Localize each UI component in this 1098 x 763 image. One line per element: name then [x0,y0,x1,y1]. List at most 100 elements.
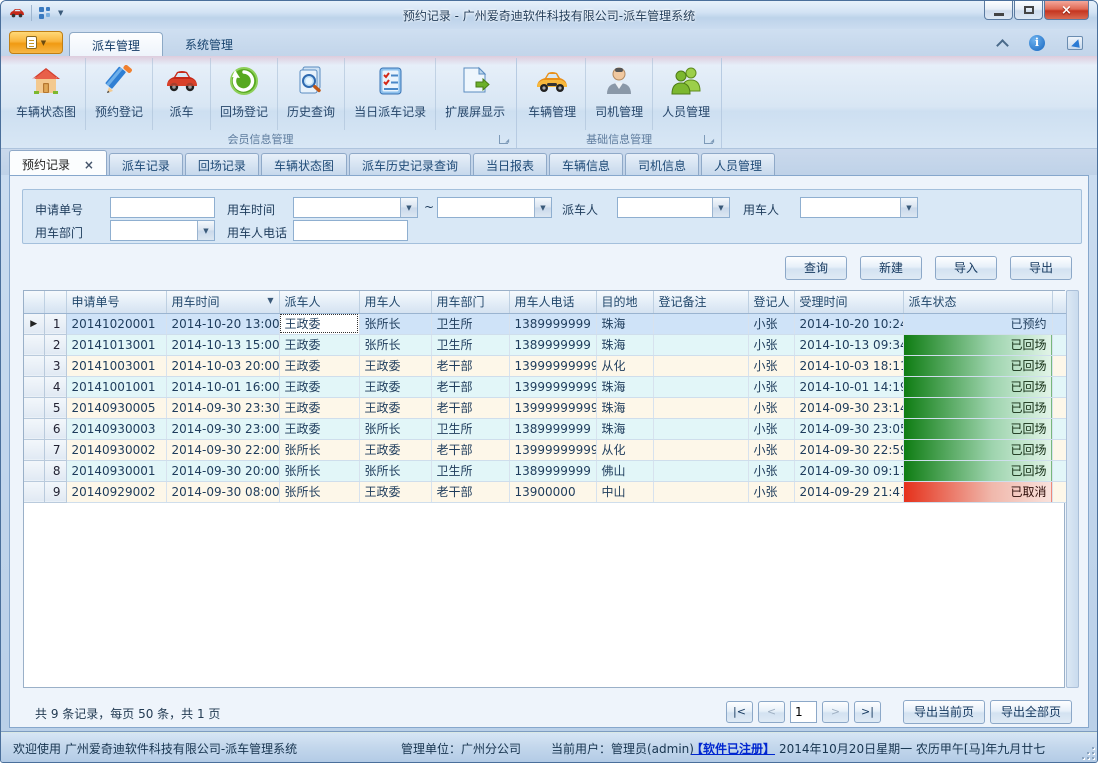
cell-phone[interactable]: 13999999999 [509,355,596,376]
cell-remark[interactable] [653,355,748,376]
chevron-down-icon[interactable]: ▼ [400,198,417,217]
cell-status[interactable]: 已取消 [903,481,1052,502]
cell-accept-time[interactable]: 2014-09-30 22:59 [794,439,903,460]
cell-user[interactable]: 王政委 [359,376,431,397]
page-number-input[interactable] [790,701,817,723]
cell-row-number[interactable]: 7 [44,439,66,460]
cell-accept-time[interactable]: 2014-09-29 21:47 [794,481,903,502]
cell-dest[interactable]: 珠海 [596,397,653,418]
close-button[interactable]: × [1044,1,1089,20]
cell-accept-time[interactable]: 2014-10-01 14:19 [794,376,903,397]
query-button[interactable]: 查询 [785,256,847,280]
cell-scroll-stub[interactable] [1052,313,1066,334]
sort-descending-icon[interactable]: ▼ [267,296,273,305]
cell-registrar[interactable]: 小张 [748,313,794,334]
license-link[interactable]: 【软件已注册】 [691,740,775,757]
cell-scroll-stub[interactable] [1052,439,1066,460]
table-row[interactable]: 7201409300022014-09-30 22:00张所长王政委老干部139… [24,439,1066,460]
collapse-ribbon-icon[interactable] [996,39,1009,52]
cell-phone[interactable]: 13999999999 [509,439,596,460]
cell-row-number[interactable]: 3 [44,355,66,376]
cell-accept-time[interactable]: 2014-09-30 23:05 [794,418,903,439]
cell-registrar[interactable]: 小张 [748,418,794,439]
extended-screen-button[interactable]: 扩展屏显示 [436,58,514,130]
cell-status[interactable]: 已回场 [903,334,1052,355]
cell-order-no[interactable]: 20140930002 [66,439,166,460]
driver-manage-button[interactable]: 司机管理 [586,58,653,130]
cell-accept-time[interactable]: 2014-10-20 10:24 [794,313,903,334]
export-current-page-button[interactable]: 导出当前页 [903,700,985,724]
cell-scroll-stub[interactable] [1052,397,1066,418]
return-register-button[interactable]: 回场登记 [211,58,278,130]
cell-registrar[interactable]: 小张 [748,439,794,460]
cell-order-no[interactable]: 20141003001 [66,355,166,376]
cell-row-number[interactable]: 9 [44,481,66,502]
ribbon-tab-system[interactable]: 系统管理 [163,32,255,56]
col-accept-time[interactable]: 受理时间 [794,291,903,313]
table-row[interactable]: 6201409300032014-09-30 23:00王政委张所长卫生所138… [24,418,1066,439]
first-page-button[interactable]: |< [726,701,753,723]
col-remark[interactable]: 登记备注 [653,291,748,313]
export-all-pages-button[interactable]: 导出全部页 [990,700,1072,724]
cell-order-no[interactable]: 20141001001 [66,376,166,397]
cell-registrar[interactable]: 小张 [748,376,794,397]
cell-use-time[interactable]: 2014-10-13 15:00 [166,334,279,355]
table-row[interactable]: 5201409300052014-09-30 23:30王政委王政委老干部139… [24,397,1066,418]
dispatcher-select[interactable]: ▼ [617,197,730,218]
doc-tab-dispatch-records[interactable]: 派车记录 [109,153,183,175]
table-row[interactable]: 4201410010012014-10-01 16:00王政委王政委老干部139… [24,376,1066,397]
use-time-from-select[interactable]: ▼ [293,197,418,218]
cell-order-no[interactable]: 20140930003 [66,418,166,439]
history-query-button[interactable]: 历史查询 [278,58,345,130]
resize-grip[interactable] [1082,747,1094,759]
cell-order-no[interactable]: 20140929002 [66,481,166,502]
cell-user[interactable]: 张所长 [359,418,431,439]
chevron-down-icon[interactable]: ▼ [534,198,551,217]
cell-phone[interactable]: 1389999999 [509,313,596,334]
cell-status[interactable]: 已回场 [903,418,1052,439]
cell-dest[interactable]: 珠海 [596,313,653,334]
table-row[interactable]: 3201410030012014-10-03 20:00王政委王政委老干部139… [24,355,1066,376]
cell-dispatcher[interactable]: 王政委 [279,313,359,334]
reservation-register-button[interactable]: 预约登记 [86,58,153,130]
cell-dest[interactable]: 中山 [596,481,653,502]
col-user[interactable]: 用车人 [359,291,431,313]
user-select[interactable]: ▼ [800,197,918,218]
use-time-to-select[interactable]: ▼ [437,197,552,218]
vehicle-manage-button[interactable]: 车辆管理 [519,58,586,130]
cell-remark[interactable] [653,334,748,355]
cell-scroll-stub[interactable] [1052,418,1066,439]
cell-use-time[interactable]: 2014-09-30 08:00 [166,481,279,502]
cell-dest[interactable]: 珠海 [596,376,653,397]
phone-input[interactable] [293,220,408,241]
cell-order-no[interactable]: 20140930005 [66,397,166,418]
cell-user[interactable]: 张所长 [359,334,431,355]
cell-accept-time[interactable]: 2014-09-30 09:17 [794,460,903,481]
next-page-button[interactable]: > [822,701,849,723]
cell-remark[interactable] [653,397,748,418]
cell-phone[interactable]: 13999999999 [509,376,596,397]
cell-dest[interactable]: 珠海 [596,418,653,439]
group-dialog-launcher-icon[interactable] [704,135,713,144]
cell-dispatcher[interactable]: 王政委 [279,334,359,355]
cell-remark[interactable] [653,418,748,439]
doc-tab-personnel-manage[interactable]: 人员管理 [701,153,775,175]
cell-scroll-stub[interactable] [1052,334,1066,355]
cell-dispatcher[interactable]: 王政委 [279,418,359,439]
import-button[interactable]: 导入 [935,256,997,280]
cell-phone[interactable]: 1389999999 [509,418,596,439]
cell-dept[interactable]: 老干部 [431,355,509,376]
col-dispatcher[interactable]: 派车人 [279,291,359,313]
cell-user[interactable]: 张所长 [359,313,431,334]
last-page-button[interactable]: >| [854,701,881,723]
cell-status[interactable]: 已预约 [903,313,1052,334]
col-use-time[interactable]: 用车时间▼ [166,291,279,313]
cell-status[interactable]: 已回场 [903,439,1052,460]
table-row[interactable]: 2201410130012014-10-13 15:00王政委张所长卫生所138… [24,334,1066,355]
doc-tab-vehicle-status-map[interactable]: 车辆状态图 [261,153,347,175]
cell-dispatcher[interactable]: 王政委 [279,376,359,397]
cell-user[interactable]: 王政委 [359,439,431,460]
tab-close-icon[interactable]: × [84,158,94,172]
cell-row-number[interactable]: 8 [44,460,66,481]
chevron-down-icon[interactable]: ▼ [197,221,214,240]
